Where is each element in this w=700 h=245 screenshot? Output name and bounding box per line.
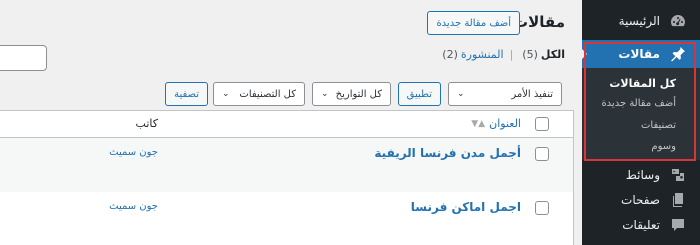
bulk-action-value: تنفيذ الأمر	[511, 88, 553, 100]
filter-published-link[interactable]: المنشورة	[461, 48, 504, 61]
table-header: العنوان ▲▼ كاتب	[0, 111, 573, 138]
sidebar-item-label: وسائط	[625, 168, 660, 182]
categories-filter-value: كل التصنيفات	[239, 88, 296, 100]
post-title-link[interactable]: اجمل اماكن فرنسا	[411, 200, 521, 214]
sidebar-item-label: صفحات	[621, 193, 660, 207]
table-row: أجمل مدن فرنسا الريفية جون سميث	[0, 138, 573, 192]
post-author-link[interactable]: جون سميث	[109, 147, 158, 158]
posts-submenu: كل المقالات أضف مقالة جديدة تصنيفات وسوم	[582, 68, 700, 160]
sidebar-item-comments[interactable]: تعليقات	[582, 210, 700, 240]
pages-icon	[670, 192, 686, 208]
pushpin-icon	[670, 46, 686, 62]
bulk-action-select[interactable]: تنفيذ الأمر ⌄	[448, 82, 562, 106]
title-column-label: العنوان	[489, 117, 521, 130]
sidebar-item-label: تعليقات	[622, 218, 660, 232]
row-checkbox[interactable]	[535, 147, 549, 161]
author-column-header: كاتب	[135, 117, 158, 130]
title-column-header[interactable]: العنوان ▲▼	[471, 117, 521, 130]
row-checkbox[interactable]	[535, 201, 549, 215]
submenu-tags[interactable]: وسوم	[651, 141, 676, 152]
submenu-add-new-post[interactable]: أضف مقالة جديدة	[601, 98, 676, 109]
search-input[interactable]	[0, 45, 47, 71]
chevron-down-icon: ⌄	[321, 89, 329, 99]
comments-icon	[670, 217, 686, 233]
dates-filter-value: كل التواريخ	[335, 88, 382, 100]
submenu-all-posts[interactable]: كل المقالات	[609, 77, 676, 90]
filter-separator: |	[509, 48, 514, 61]
dashboard-icon	[670, 13, 686, 29]
post-author-link[interactable]: جون سميث	[109, 201, 158, 212]
sort-icon: ▲▼	[471, 118, 486, 129]
media-icon	[670, 167, 686, 183]
admin-sidebar: الرئيسية مقالات كل المقالات أضف مقالة جد…	[581, 0, 700, 245]
add-new-post-button[interactable]: أضف مقالة جديدة	[427, 11, 520, 35]
page-title: مقالات	[513, 13, 565, 31]
sidebar-item-dashboard[interactable]: الرئيسية	[582, 6, 700, 36]
apply-button[interactable]: تطبيق	[397, 82, 441, 106]
sidebar-item-label: مقالات	[618, 47, 660, 61]
select-all-checkbox[interactable]	[535, 117, 549, 131]
filter-button[interactable]: تصفية	[165, 82, 208, 106]
filter-published-count: (2)	[442, 48, 458, 61]
submenu-categories[interactable]: تصنيفات	[641, 120, 676, 131]
filter-all-count: (5)	[522, 48, 538, 61]
sidebar-item-label: الرئيسية	[618, 14, 660, 28]
post-status-filters: الكل (5) | المنشورة (2)	[439, 48, 565, 61]
sidebar-item-posts[interactable]: مقالات	[581, 40, 700, 68]
chevron-down-icon: ⌄	[222, 89, 230, 99]
table-row: اجمل اماكن فرنسا جون سميث	[0, 192, 573, 245]
chevron-down-icon: ⌄	[457, 89, 465, 99]
categories-filter-select[interactable]: كل التصنيفات ⌄	[213, 82, 305, 106]
dates-filter-select[interactable]: كل التواريخ ⌄	[312, 82, 391, 106]
filter-all-link[interactable]: الكل	[541, 48, 565, 61]
post-title-link[interactable]: أجمل مدن فرنسا الريفية	[374, 146, 521, 160]
posts-table: العنوان ▲▼ كاتب أجمل مدن فرنسا الريفية ج…	[0, 110, 574, 245]
